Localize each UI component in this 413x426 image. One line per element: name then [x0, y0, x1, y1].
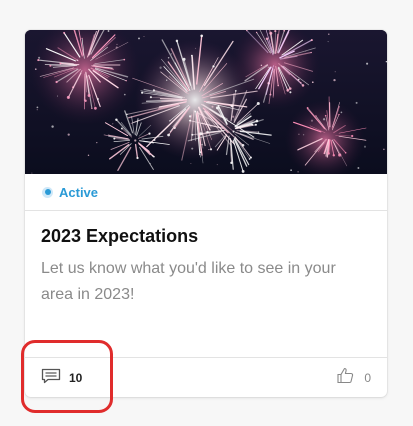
likes-count: 0 [364, 371, 371, 385]
like-button[interactable]: 0 [337, 367, 371, 389]
fireworks-hero-image [25, 30, 387, 174]
card-title[interactable]: 2023 Expectations [41, 226, 198, 247]
status-label: Active [59, 184, 99, 200]
status-dot-icon [42, 186, 53, 198]
highlight-annotation [21, 340, 113, 413]
status-row: Active [25, 174, 387, 211]
thumbs-up-icon [337, 367, 354, 389]
card-description: Let us know what you'd like to see in yo… [41, 260, 336, 303]
